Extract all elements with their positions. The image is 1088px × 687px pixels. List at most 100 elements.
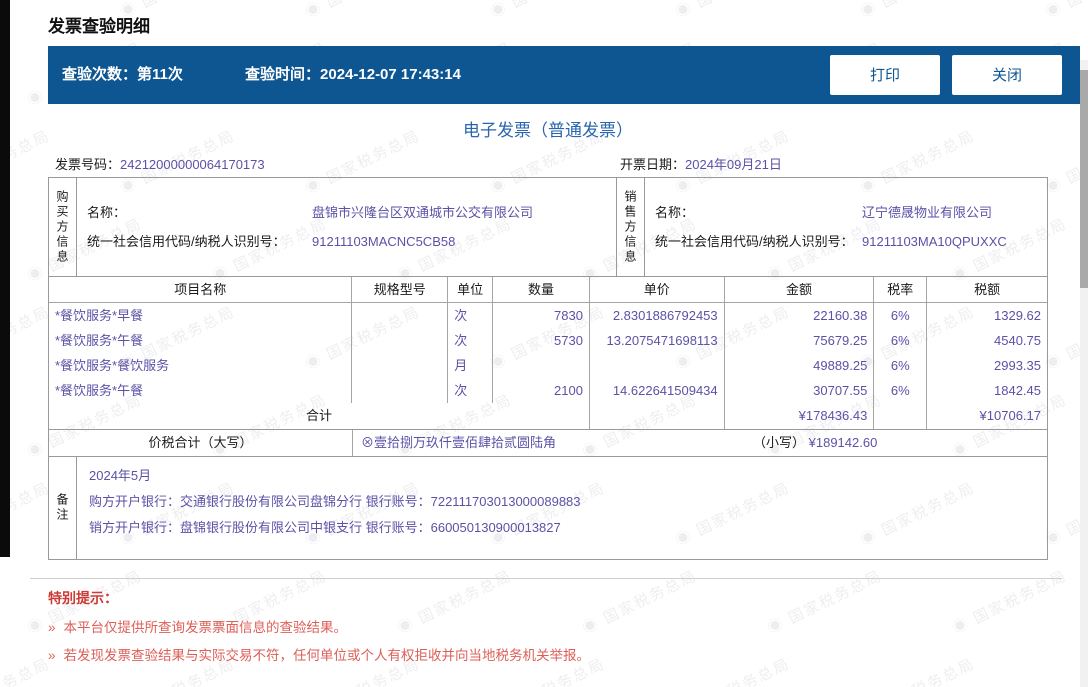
invoice-date-value: 2024年09月21日 <box>685 157 782 172</box>
item-amount: 75679.25 <box>725 328 875 353</box>
check-count: 查验次数：第11次 <box>62 46 183 104</box>
item-tax: 1842.45 <box>994 383 1042 398</box>
check-count-value: 第11次 <box>137 66 183 83</box>
special-notice-title: 特别提示： <box>48 590 118 606</box>
party-info-section: 购买方信息 名称： 盘锦市兴隆台区双通城市公交有限公司 统一社会信用代码/纳税人… <box>48 177 1048 277</box>
seller-side-label: 销售方信息 <box>623 189 637 265</box>
seller-info-box: 销售方信息 名称： 辽宁德晟物业有限公司 统一社会信用代码/纳税人识别号： 91… <box>617 178 1047 276</box>
scrollbar-thumb[interactable] <box>1080 70 1088 288</box>
invoice-date-label: 开票日期： <box>620 157 686 172</box>
grand-total-in-words: ⊗壹拾捌万玖仟壹佰肆拾贰圆陆角 <box>361 435 557 450</box>
window-edge-strip <box>0 0 10 557</box>
tax-bureau-watermark-item: ◉ 国家税务总局 <box>1042 0 1088 22</box>
header-tax-rate: 税率 <box>874 277 928 302</box>
item-amount: 49889.25 <box>725 353 875 378</box>
invoice-number-row: 发票号码：24212000000064170173 开票日期：2024年09月2… <box>55 154 1048 174</box>
invoice-number-value: 24212000000064170173 <box>120 157 265 172</box>
items-total-tax: ¥10706.17 <box>979 408 1041 423</box>
item-tax: 4540.75 <box>994 333 1042 348</box>
item-name: *餐饮服务*餐饮服务 <box>49 353 353 378</box>
item-qty: 5730 <box>493 328 590 353</box>
buyer-name-label: 名称： <box>87 205 127 220</box>
grand-total-label: 价税合计（大写） <box>49 430 353 456</box>
header-qty: 数量 <box>493 277 590 302</box>
item-amount: 30707.55 <box>725 378 875 403</box>
page-title: 发票查验明细 <box>48 17 150 36</box>
items-header-row: 项目名称 规格型号 单位 数量 单价 金额 税率 税额 <box>49 277 1047 303</box>
item-tax-rate: 6% <box>874 328 928 353</box>
bullet-arrow-icon: » <box>48 648 56 663</box>
invoice-date-group: 开票日期：2024年09月21日 <box>620 154 782 173</box>
item-spec <box>352 303 449 328</box>
table-row: *餐饮服务*餐饮服务 月 49889.25 6% 2993.35 <box>49 353 1047 378</box>
remark-line-buyer-bank: 购方开户银行：交通银行股份有限公司盘锦分行 银行账号：7221117030130… <box>89 494 581 509</box>
items-total-rate-empty <box>874 403 928 429</box>
item-tax-rate: 6% <box>874 353 928 378</box>
tax-bureau-watermark-item: ◉ 国家税务总局 <box>857 653 979 687</box>
tax-bureau-watermark-item: ◉ 国家税务总局 <box>0 653 53 687</box>
item-tax: 1329.62 <box>994 308 1042 323</box>
items-total-price-empty <box>590 403 725 429</box>
vertical-scrollbar[interactable] <box>1080 60 1088 687</box>
item-tax: 2993.35 <box>994 358 1042 373</box>
item-name: *餐饮服务*午餐 <box>49 328 353 353</box>
tax-bureau-watermark-item: ◉ 国家税务总局 <box>395 567 516 638</box>
item-name: *餐饮服务*早餐 <box>49 303 353 328</box>
buyer-taxid-value: 91211103MACNC5CB58 <box>312 234 456 249</box>
item-qty: 7830 <box>493 303 590 328</box>
tax-bureau-watermark-item: ◉ 国家税务总局 <box>857 0 979 22</box>
buyer-taxid-row: 统一社会信用代码/纳税人识别号： 91211103MACNC5CB58 <box>87 227 616 256</box>
invoice-number-label: 发票号码： <box>55 157 121 172</box>
seller-name-value: 辽宁德晟物业有限公司 <box>862 205 993 220</box>
remark-line-period: 2024年5月 <box>89 468 152 483</box>
print-button[interactable]: 打印 <box>830 55 940 95</box>
check-time-value: 2024-12-07 17:43:14 <box>320 66 461 83</box>
tax-bureau-watermark-item: ◉ 国家税务总局 <box>672 653 794 687</box>
buyer-info-box: 购买方信息 名称： 盘锦市兴隆台区双通城市公交有限公司 统一社会信用代码/纳税人… <box>49 178 617 276</box>
item-unit: 次 <box>448 328 494 353</box>
item-tax-rate: 6% <box>874 303 928 328</box>
tax-bureau-watermark-item: ◉ 国家税务总局 <box>580 567 701 638</box>
invoice-type-title: 电子发票（普通发票） <box>463 121 633 140</box>
seller-taxid-row: 统一社会信用代码/纳税人识别号： 91211103MA10QPUXXC <box>655 227 1047 256</box>
seller-details: 名称： 辽宁德晟物业有限公司 统一社会信用代码/纳税人识别号： 91211103… <box>645 178 1047 276</box>
item-price: 13.2075471698113 <box>590 328 725 353</box>
special-notice-line: » 本平台仅提供所查询发票票面信息的查验结果。 <box>48 616 347 636</box>
buyer-name-row: 名称： 盘锦市兴隆台区双通城市公交有限公司 <box>87 198 616 227</box>
header-item-name: 项目名称 <box>49 277 353 302</box>
notice-text: 本平台仅提供所查询发票票面信息的查验结果。 <box>63 620 348 635</box>
grand-total-small-label: （小写） <box>753 435 806 450</box>
remark-line-seller-bank: 销方开户银行：盘锦银行股份有限公司中银支行 银行账号：6600501309000… <box>89 520 561 535</box>
item-spec <box>352 328 449 353</box>
header-tax: 税额 <box>974 282 1001 297</box>
item-spec <box>352 353 449 378</box>
header-spec: 规格型号 <box>352 277 449 302</box>
special-notice-line: » 若发现发票查验结果与实际交易不符，任何单位或个人有权拒收并向当地税务机关举报。 <box>48 644 590 664</box>
check-time: 查验时间：2024-12-07 17:43:14 <box>245 46 461 104</box>
item-price <box>590 353 725 378</box>
item-qty: 2100 <box>493 378 590 403</box>
notice-text: 若发现发票查验结果与实际交易不符，任何单位或个人有权拒收并向当地税务机关举报。 <box>63 648 591 663</box>
line-items-table: 项目名称 规格型号 单位 数量 单价 金额 税率 税额 *餐饮服务*早餐 次 7… <box>48 276 1048 429</box>
footer-divider <box>30 578 1062 579</box>
check-count-label: 查验次数： <box>62 66 138 83</box>
item-price: 2.8301886792453 <box>590 303 725 328</box>
remarks-side-label-cell: 备注 <box>49 457 77 559</box>
header-price: 单价 <box>590 277 725 302</box>
remarks-body: 2024年5月 购方开户银行：交通银行股份有限公司盘锦分行 银行账号：72211… <box>77 457 1047 559</box>
header-amount: 金额 <box>725 277 875 302</box>
close-button[interactable]: 关闭 <box>952 55 1062 95</box>
buyer-side-label: 购买方信息 <box>55 189 69 265</box>
seller-taxid-label: 统一社会信用代码/纳税人识别号： <box>655 234 854 249</box>
items-total-label: 合计 <box>49 403 590 429</box>
item-amount: 22160.38 <box>725 303 875 328</box>
grand-total-values: ⊗壹拾捌万玖仟壹佰肆拾贰圆陆角 （小写） ¥189142.60 <box>353 430 1047 456</box>
seller-taxid-value: 91211103MA10QPUXXC <box>862 234 1007 249</box>
seller-name-row: 名称： 辽宁德晟物业有限公司 <box>655 198 1047 227</box>
tax-bureau-watermark-item: ◉ 国家税务总局 <box>302 0 424 22</box>
check-time-label: 查验时间： <box>245 66 321 83</box>
bullet-arrow-icon: » <box>48 620 56 635</box>
grand-total-small-value: ¥189142.60 <box>808 435 878 450</box>
remarks-side-label: 备注 <box>55 493 69 523</box>
item-name: *餐饮服务*午餐 <box>49 378 353 403</box>
